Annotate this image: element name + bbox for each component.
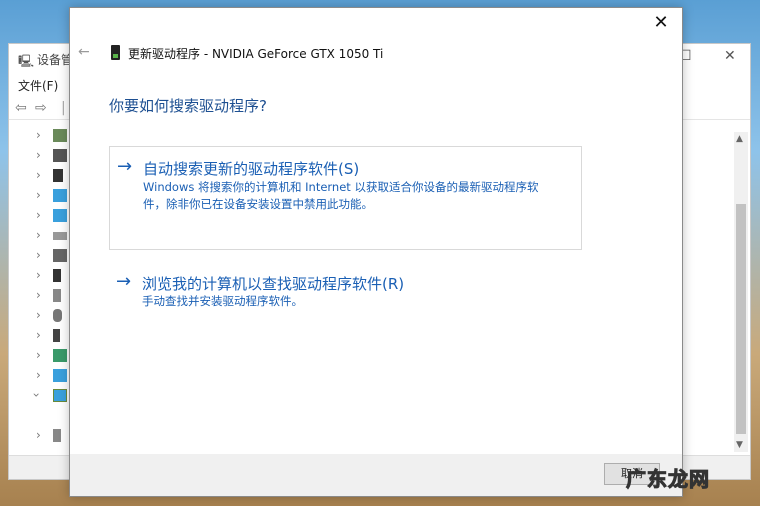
network-icon [53, 349, 67, 362]
tree-item[interactable]: › [9, 226, 69, 246]
printer-icon [53, 149, 67, 162]
device-tree: › › › › › › › › › › › › › › › [9, 126, 69, 446]
keyboard-icon [53, 232, 67, 240]
dialog-close-button[interactable]: ✕ [650, 12, 672, 34]
tree-item[interactable]: › [9, 246, 69, 266]
tree-item[interactable]: › [9, 346, 69, 366]
chevron-right-icon[interactable]: › [36, 188, 41, 202]
network-adapter-icon [53, 249, 67, 262]
gpu-icon [53, 269, 61, 282]
tree-item[interactable]: › [9, 286, 69, 306]
processor-icon [53, 169, 63, 182]
chevron-down-icon[interactable]: › [29, 393, 43, 398]
update-driver-dialog: ✕ ← 更新驱动程序 - NVIDIA GeForce GTX 1050 Ti … [69, 7, 683, 497]
tree-item[interactable]: › [9, 126, 69, 146]
arrow-right-icon: → [117, 156, 133, 177]
device-category-icon [53, 129, 67, 142]
page-question: 你要如何搜索驱动程序? [109, 97, 267, 115]
auto-search-description-line1: Windows 将搜索你的计算机和 Internet 以获取适合你设备的最新驱动… [143, 180, 539, 194]
chevron-right-icon[interactable]: › [36, 128, 41, 142]
chevron-right-icon[interactable]: › [36, 168, 41, 182]
tree-item[interactable]: › [9, 146, 69, 166]
watermark-text: 广东龙网 [626, 467, 710, 492]
auto-search-description-line2: 件，除非你已在设备安装设置中禁用此功能。 [143, 197, 373, 211]
arrow-right-icon: → [116, 271, 132, 292]
browse-computer-description: 手动查找并安装驱动程序软件。 [142, 294, 303, 308]
tree-item[interactable]: › [9, 326, 69, 346]
back-arrow-icon[interactable]: ⇦ [15, 100, 27, 116]
tree-item[interactable]: › [9, 366, 69, 386]
monitor-icon [53, 369, 67, 382]
tree-item[interactable]: › [9, 206, 69, 226]
chevron-right-icon[interactable]: › [36, 228, 41, 242]
dialog-footer: 取消 [70, 454, 682, 496]
tree-item[interactable]: › [9, 166, 69, 186]
toolbar-separator: | [61, 100, 66, 116]
dialog-title: 更新驱动程序 - NVIDIA GeForce GTX 1050 Ti [128, 47, 384, 61]
tree-item[interactable]: › [9, 186, 69, 206]
device-manager-icon: 🖳 [18, 54, 35, 68]
tree-item[interactable]: › [9, 426, 69, 446]
speaker-icon [53, 289, 61, 302]
chevron-right-icon[interactable]: › [36, 368, 41, 382]
display-icon [53, 209, 67, 222]
chevron-right-icon[interactable]: › [36, 268, 41, 282]
chevron-right-icon[interactable]: › [36, 248, 41, 262]
scroll-thumb[interactable] [736, 204, 746, 434]
tree-item[interactable]: › [9, 386, 69, 406]
auto-search-option[interactable]: → 自动搜索更新的驱动程序软件(S) Windows 将搜索你的计算机和 Int… [109, 146, 582, 250]
vertical-scrollbar[interactable]: ▲ ▼ [734, 132, 748, 452]
chevron-right-icon[interactable]: › [36, 308, 41, 322]
chevron-right-icon[interactable]: › [36, 428, 41, 442]
gpu-icon [111, 45, 120, 60]
display-adapter-icon [53, 389, 67, 402]
browse-computer-title: 浏览我的计算机以查找驱动程序软件(R) [142, 275, 405, 293]
device-manager-title: 设备管 [37, 53, 74, 67]
chevron-right-icon[interactable]: › [36, 288, 41, 302]
browse-computer-option[interactable]: → 浏览我的计算机以查找驱动程序软件(R) 手动查找并安装驱动程序软件。 [109, 264, 582, 314]
chevron-right-icon[interactable]: › [36, 348, 41, 362]
back-arrow-icon[interactable]: ← [78, 44, 90, 60]
usb-icon [53, 329, 60, 342]
mouse-icon [53, 309, 62, 322]
monitor-icon [53, 189, 67, 202]
scroll-up-icon[interactable]: ▲ [736, 134, 743, 144]
auto-search-title: 自动搜索更新的驱动程序软件(S) [143, 160, 360, 178]
close-button[interactable]: ✕ [724, 48, 736, 64]
chevron-right-icon[interactable]: › [36, 148, 41, 162]
tree-item[interactable]: › [9, 266, 69, 286]
tree-item[interactable]: › [9, 306, 69, 326]
chevron-right-icon[interactable]: › [36, 208, 41, 222]
scroll-down-icon[interactable]: ▼ [736, 440, 743, 450]
forward-arrow-icon[interactable]: ⇨ [35, 100, 47, 116]
chevron-right-icon[interactable]: › [36, 328, 41, 342]
audio-icon [53, 429, 61, 442]
menu-file[interactable]: 文件(F) [18, 77, 58, 94]
